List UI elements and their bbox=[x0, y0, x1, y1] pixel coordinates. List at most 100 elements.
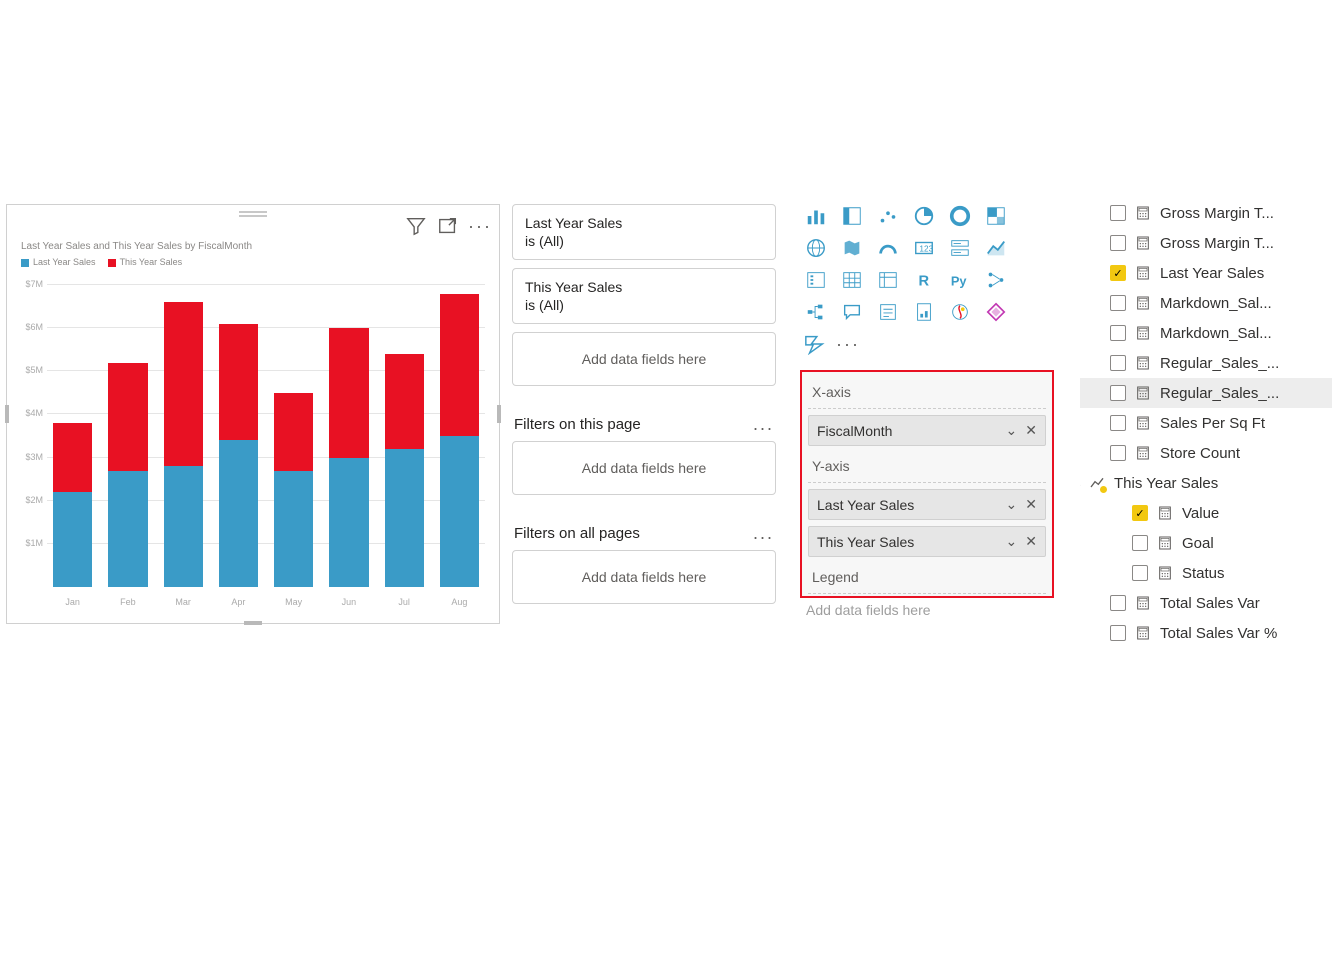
chart-visual[interactable]: ··· Last Year Sales and This Year Sales … bbox=[6, 204, 500, 624]
field-group-this-year-sales[interactable]: ⌄ This Year Sales bbox=[1080, 468, 1332, 498]
bar-column[interactable] bbox=[108, 285, 147, 587]
bar-segment-this-year[interactable] bbox=[108, 363, 147, 471]
checkbox[interactable] bbox=[1132, 565, 1148, 581]
viz-type-matrix-icon[interactable] bbox=[872, 266, 904, 294]
bar-segment-last-year[interactable] bbox=[108, 471, 147, 587]
checkbox[interactable] bbox=[1110, 205, 1126, 221]
bar-segment-this-year[interactable] bbox=[329, 328, 368, 457]
viz-type-multi-row-icon[interactable] bbox=[944, 234, 976, 262]
field-row-3[interactable]: Markdown_Sal... bbox=[1080, 288, 1332, 318]
well-chip-this-year-sales[interactable]: This Year Sales ⌄✕ bbox=[808, 526, 1046, 557]
well-chip-fiscalmonth[interactable]: FiscalMonth ⌄✕ bbox=[808, 415, 1046, 446]
bar-column[interactable] bbox=[440, 285, 479, 587]
bar-segment-this-year[interactable] bbox=[440, 294, 479, 436]
field-row-value[interactable]: Value bbox=[1080, 498, 1332, 528]
checkbox[interactable] bbox=[1110, 325, 1126, 341]
field-row-7[interactable]: Sales Per Sq Ft bbox=[1080, 408, 1332, 438]
resize-handle-left[interactable] bbox=[5, 405, 9, 423]
remove-icon[interactable]: ✕ bbox=[1025, 422, 1037, 439]
viz-type-donut-icon[interactable] bbox=[944, 202, 976, 230]
viz-type-column-icon[interactable] bbox=[800, 202, 832, 230]
filter-dropzone-visual[interactable]: Add data fields here bbox=[512, 332, 776, 386]
bar-segment-this-year[interactable] bbox=[219, 324, 258, 440]
checkbox[interactable] bbox=[1110, 595, 1126, 611]
well-legend-hint[interactable]: Add data fields here bbox=[800, 598, 1054, 620]
viz-type-scatter-icon[interactable] bbox=[872, 202, 904, 230]
checkbox[interactable] bbox=[1110, 355, 1126, 371]
viz-type-r-icon[interactable]: R bbox=[908, 266, 940, 294]
checkbox[interactable] bbox=[1132, 535, 1148, 551]
checkbox[interactable] bbox=[1132, 505, 1148, 521]
field-row-2[interactable]: Last Year Sales bbox=[1080, 258, 1332, 288]
bar-segment-this-year[interactable] bbox=[274, 393, 313, 471]
field-row-status[interactable]: Status bbox=[1080, 558, 1332, 588]
checkbox[interactable] bbox=[1110, 445, 1126, 461]
viz-type-globe-icon[interactable] bbox=[800, 234, 832, 262]
checkbox[interactable] bbox=[1110, 265, 1126, 281]
chevron-down-icon[interactable]: ⌄ bbox=[1006, 533, 1018, 550]
field-row-4[interactable]: Markdown_Sal... bbox=[1080, 318, 1332, 348]
filter-card-last-year-sales[interactable]: Last Year Sales is (All) bbox=[512, 204, 776, 260]
bar-segment-this-year[interactable] bbox=[385, 354, 424, 449]
more-visuals-icon[interactable]: ··· bbox=[836, 334, 860, 355]
filter-dropzone-all[interactable]: Add data fields here bbox=[512, 550, 776, 604]
filter-card-this-year-sales[interactable]: This Year Sales is (All) bbox=[512, 268, 776, 324]
remove-icon[interactable]: ✕ bbox=[1025, 496, 1037, 513]
checkbox[interactable] bbox=[1110, 625, 1126, 641]
resize-handle-right[interactable] bbox=[497, 405, 501, 423]
field-row-8[interactable]: Store Count bbox=[1080, 438, 1332, 468]
bar-segment-last-year[interactable] bbox=[440, 436, 479, 587]
viz-type-table-icon[interactable] bbox=[836, 266, 868, 294]
viz-type-qa-icon[interactable] bbox=[836, 298, 868, 326]
bar-segment-this-year[interactable] bbox=[164, 302, 203, 466]
viz-type-stacked-bar-icon[interactable] bbox=[836, 202, 868, 230]
viz-type-gauge-icon[interactable] bbox=[872, 234, 904, 262]
field-row-tail-0[interactable]: Total Sales Var bbox=[1080, 588, 1332, 618]
checkbox[interactable] bbox=[1110, 415, 1126, 431]
bar-column[interactable] bbox=[274, 285, 313, 587]
field-row-1[interactable]: Gross Margin T... bbox=[1080, 228, 1332, 258]
checkbox[interactable] bbox=[1110, 235, 1126, 251]
field-row-0[interactable]: Gross Margin T... bbox=[1080, 198, 1332, 228]
remove-icon[interactable]: ✕ bbox=[1025, 533, 1037, 550]
bar-segment-last-year[interactable] bbox=[329, 458, 368, 587]
bar-segment-last-year[interactable] bbox=[274, 471, 313, 587]
viz-type-python-icon[interactable]: Py bbox=[944, 266, 976, 294]
viz-type-pie-icon[interactable] bbox=[908, 202, 940, 230]
power-automate-icon[interactable] bbox=[802, 332, 828, 356]
bar-column[interactable] bbox=[53, 285, 92, 587]
viz-type-filled-map-icon[interactable] bbox=[836, 234, 868, 262]
chevron-down-icon[interactable]: ⌄ bbox=[1006, 422, 1018, 439]
viz-type-power-apps-icon[interactable] bbox=[980, 298, 1012, 326]
drag-handle[interactable] bbox=[239, 211, 267, 217]
bar-segment-last-year[interactable] bbox=[385, 449, 424, 587]
chevron-down-icon[interactable]: ⌄ bbox=[1006, 496, 1018, 513]
viz-type-key-influencers-icon[interactable] bbox=[980, 266, 1012, 294]
viz-type-kpi-icon[interactable] bbox=[980, 234, 1012, 262]
viz-type-treemap-icon[interactable] bbox=[980, 202, 1012, 230]
field-row-6[interactable]: Regular_Sales_... bbox=[1080, 378, 1332, 408]
bar-column[interactable] bbox=[329, 285, 368, 587]
focus-mode-icon[interactable] bbox=[437, 215, 459, 237]
chevron-down-icon[interactable]: ⌄ bbox=[1080, 474, 1084, 492]
field-row-goal[interactable]: Goal bbox=[1080, 528, 1332, 558]
filter-dropzone-page[interactable]: Add data fields here bbox=[512, 441, 776, 495]
field-row-5[interactable]: Regular_Sales_... bbox=[1080, 348, 1332, 378]
checkbox[interactable] bbox=[1110, 295, 1126, 311]
checkbox[interactable] bbox=[1110, 385, 1126, 401]
bar-column[interactable] bbox=[385, 285, 424, 587]
resize-handle-bottom[interactable] bbox=[244, 621, 262, 625]
bar-segment-last-year[interactable] bbox=[53, 492, 92, 587]
bar-segment-last-year[interactable] bbox=[164, 466, 203, 587]
bar-column[interactable] bbox=[164, 285, 203, 587]
bar-column[interactable] bbox=[219, 285, 258, 587]
viz-type-paginated-icon[interactable] bbox=[908, 298, 940, 326]
field-row-tail-1[interactable]: Total Sales Var % bbox=[1080, 618, 1332, 648]
viz-type-narrative-icon[interactable] bbox=[872, 298, 904, 326]
bar-segment-this-year[interactable] bbox=[53, 423, 92, 492]
more-options-icon[interactable]: ··· bbox=[469, 215, 491, 237]
viz-type-arcgis-icon[interactable] bbox=[944, 298, 976, 326]
more-options-icon[interactable]: ... bbox=[753, 414, 774, 435]
viz-type-decomposition-icon[interactable] bbox=[800, 298, 832, 326]
well-chip-last-year-sales[interactable]: Last Year Sales ⌄✕ bbox=[808, 489, 1046, 520]
